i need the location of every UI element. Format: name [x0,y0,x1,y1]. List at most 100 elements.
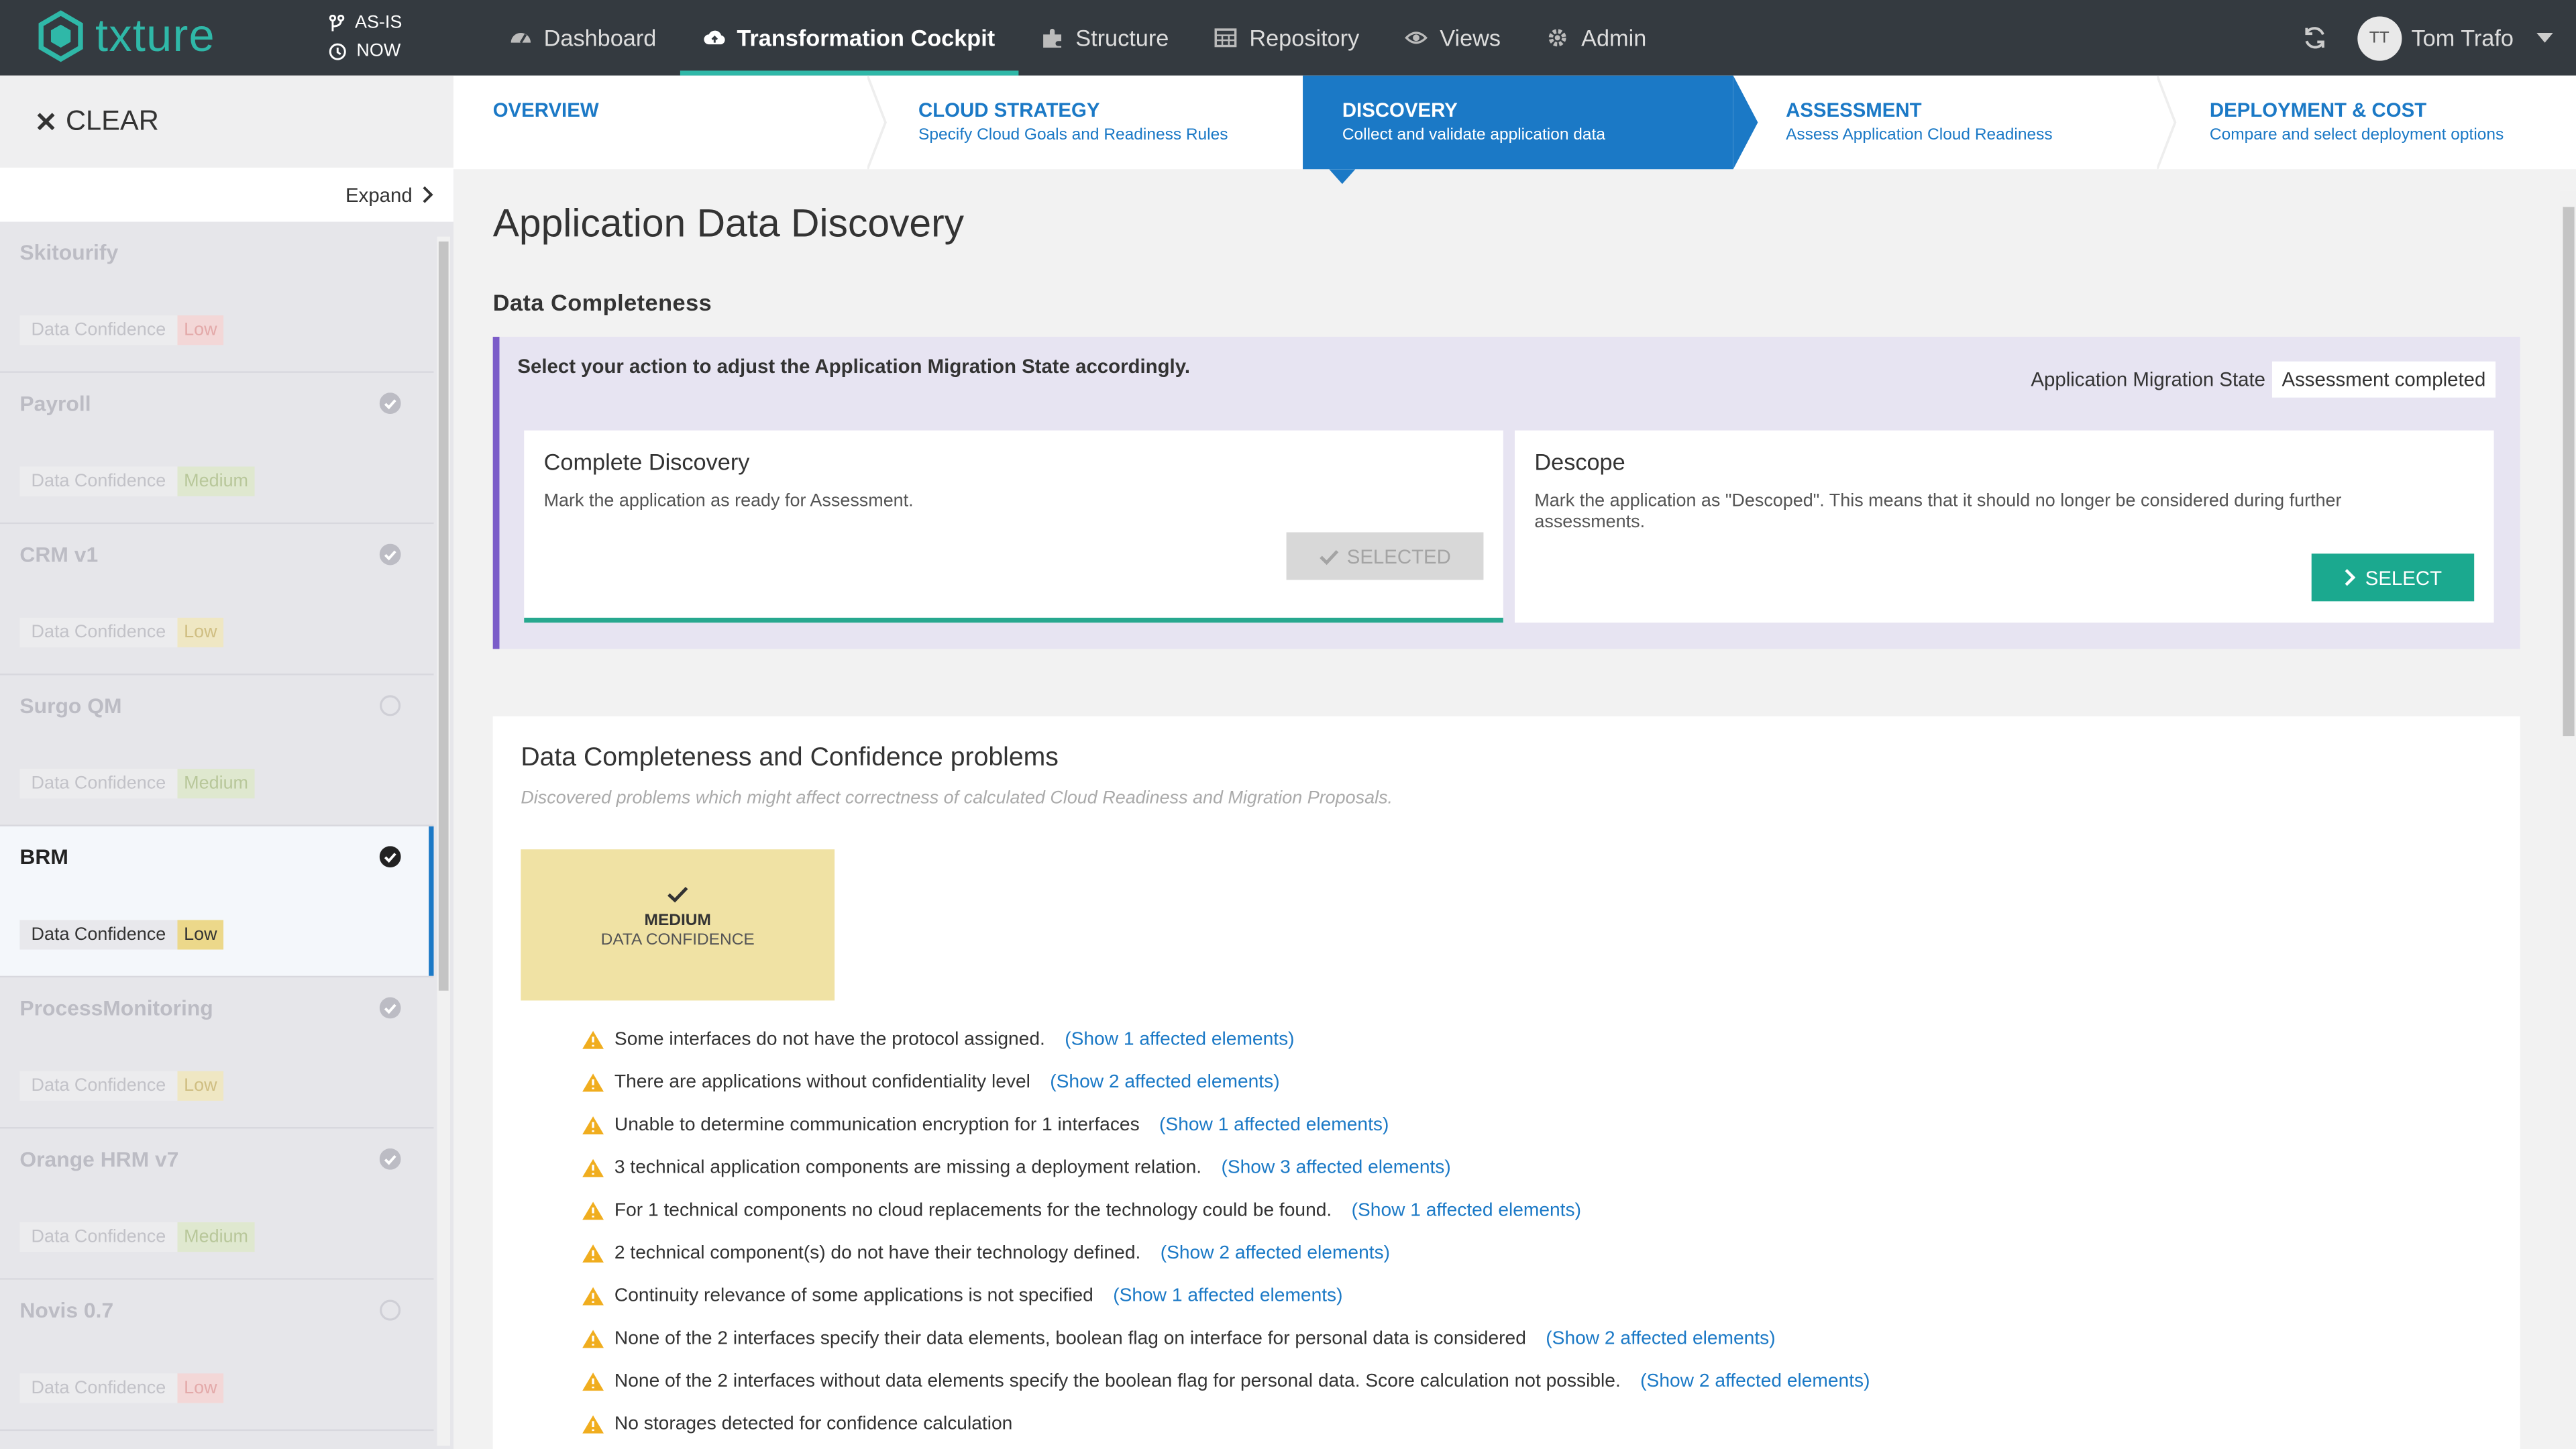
issue-text: Continuity relevance of some application… [614,1286,1093,1306]
issue-text: Unable to determine communication encryp… [614,1115,1140,1136]
app-name: Payroll [19,390,91,416]
issue-item: Some interfaces do not have the protocol… [582,1018,1870,1061]
step-overview[interactable]: OVERVIEW [453,76,877,170]
step-subtitle: Assess Application Cloud Readiness [1786,126,2053,145]
issue-item: No storages detected for confidence calc… [582,1403,1870,1446]
show-affected-link[interactable]: (Show 2 affected elements) [1050,1073,1279,1092]
nav-label: Dashboard [543,24,657,51]
issue-text: Some interfaces do not have the protocol… [614,1030,1045,1050]
confidence-level: Low [177,315,224,345]
step-deployment-cost[interactable]: DEPLOYMENT & COST Compare and select dep… [2177,76,2576,170]
show-affected-link[interactable]: (Show 1 affected elements) [1065,1030,1294,1050]
context-state: AS-IS [354,13,402,33]
issue-item: None of the 2 interfaces specify their d… [582,1318,1870,1360]
nav-label: Admin [1581,24,1647,51]
check-circle-icon [379,1148,401,1170]
show-affected-link[interactable]: (Show 1 affected elements) [1159,1116,1389,1135]
card-description: Mark the application as ready for Assess… [543,491,914,511]
nav-admin[interactable]: Admin [1523,0,1669,76]
confidence-level: Low [177,617,224,647]
application-list: Skitourify Data Confidence Low Payroll Da… [0,221,434,1449]
show-affected-link[interactable]: (Show 2 affected elements) [1640,1372,1870,1391]
card-title: Complete Discovery [543,448,750,475]
user-menu[interactable]: TT Tom Trafo [2357,15,2553,60]
txture-logo[interactable]: txture [36,10,215,62]
context-selector[interactable]: AS-IS NOW [329,10,402,66]
list-item[interactable]: Surgo QM Data Confidence Medium [0,675,434,826]
confidence-badge: Data Confidence Low [19,1373,224,1403]
step-subtitle: Compare and select deployment options [2209,126,2504,145]
nav-dashboard[interactable]: Dashboard [486,0,680,76]
issue-item: Unable to determine communication encryp… [582,1104,1870,1147]
action-instruction: Select your action to adjust the Applica… [517,354,1191,378]
step-assessment[interactable]: ASSESSMENT Assess Application Cloud Read… [1763,76,2157,170]
application-sidebar: CLEAR Expand Skitourify Data Confidence L… [0,75,453,1449]
confidence-level: Low [177,920,224,950]
show-affected-link[interactable]: (Show 1 affected elements) [1352,1201,1581,1220]
list-item[interactable]: Payroll Data Confidence Medium [0,372,434,525]
nav-repository[interactable]: Repository [1192,0,1383,76]
list-item[interactable]: Orange HRM v7 Data Confidence Medium [0,1128,434,1280]
warning-icon [582,1073,604,1092]
nav-structure[interactable]: Structure [1018,0,1191,76]
cloud-upload-icon [703,30,724,45]
step-cloud-strategy[interactable]: CLOUD STRATEGY Specify Cloud Goals and R… [887,76,1303,170]
warning-icon [582,1116,604,1135]
refresh-icon[interactable] [2301,25,2327,51]
clear-label: CLEAR [65,105,159,137]
puzzle-icon [1042,28,1061,48]
confidence-badge: Data Confidence Medium [19,769,255,799]
empty-circle-icon [380,695,401,716]
avatar: TT [2357,15,2402,60]
confidence-badge: Data Confidence Medium [19,466,255,496]
step-separator [2157,75,2177,170]
context-time: NOW [356,41,401,61]
app-name: CRM v1 [19,542,99,567]
empty-circle-icon [380,1299,401,1321]
clear-button[interactable]: CLEAR [0,75,453,168]
complete-discovery-card[interactable]: Complete Discovery Mark the application … [524,430,1503,623]
issue-text: 2 technical component(s) do not have the… [614,1243,1141,1264]
step-separator [867,75,887,170]
nav-views[interactable]: Views [1383,0,1524,76]
list-item[interactable]: Novis 0.7 Data Confidence Low [0,1279,434,1432]
show-affected-link[interactable]: (Show 2 affected elements) [1161,1244,1390,1263]
confidence-level: Low [177,1071,224,1101]
step-discovery[interactable]: DISCOVERY Collect and validate applicati… [1303,75,1733,170]
close-icon [37,113,55,131]
list-item[interactable]: Skitourify Data Confidence Low [0,221,434,373]
selected-button[interactable]: SELECTED [1286,532,1484,580]
show-affected-link[interactable]: (Show 2 affected elements) [1546,1329,1775,1348]
chevron-right-icon [423,186,433,203]
confidence-level: Medium [177,1222,255,1252]
warning-icon [582,1373,604,1391]
list-item[interactable]: CRM v1 Data Confidence Low [0,524,434,676]
problems-title: Data Completeness and Confidence problem… [521,744,1059,773]
brand-name: txture [95,9,215,61]
card-description: Mark the application as "Descoped". This… [1534,491,2342,533]
select-button[interactable]: SELECT [2311,553,2475,602]
step-subtitle: Collect and validate application data [1342,126,1605,145]
button-label: SELECT [2365,566,2443,589]
check-icon [1319,549,1338,565]
scrollbar-thumb[interactable] [438,241,449,991]
show-affected-link[interactable]: (Show 1 affected elements) [1113,1287,1342,1306]
sidebar-scrollbar[interactable] [437,236,451,1446]
confidence-label: Data Confidence [19,920,178,950]
scrollbar-thumb[interactable] [2563,207,2575,737]
descope-card[interactable]: Descope Mark the application as "Descope… [1514,430,2494,623]
button-label: SELECTED [1346,544,1451,568]
nav-transformation-cockpit[interactable]: Transformation Cockpit [679,0,1018,76]
issue-item: There are applications without confident… [582,1061,1870,1104]
confidence-level: Medium [177,769,255,799]
top-navbar: txture AS-IS NOW Dashboard Transformatio… [0,0,2576,76]
list-item-selected[interactable]: BRM Data Confidence Low [0,826,434,978]
issue-text: None of the 2 interfaces specify their d… [614,1329,1526,1349]
check-circle-icon [379,543,401,566]
card-title: Descope [1534,448,1625,475]
main-scrollbar[interactable] [2559,191,2576,1449]
list-item[interactable]: ProcessMonitoring Data Confidence Low [0,977,434,1129]
expand-button[interactable]: Expand [0,167,453,222]
step-title: OVERVIEW [492,98,599,122]
show-affected-link[interactable]: (Show 3 affected elements) [1221,1159,1450,1178]
